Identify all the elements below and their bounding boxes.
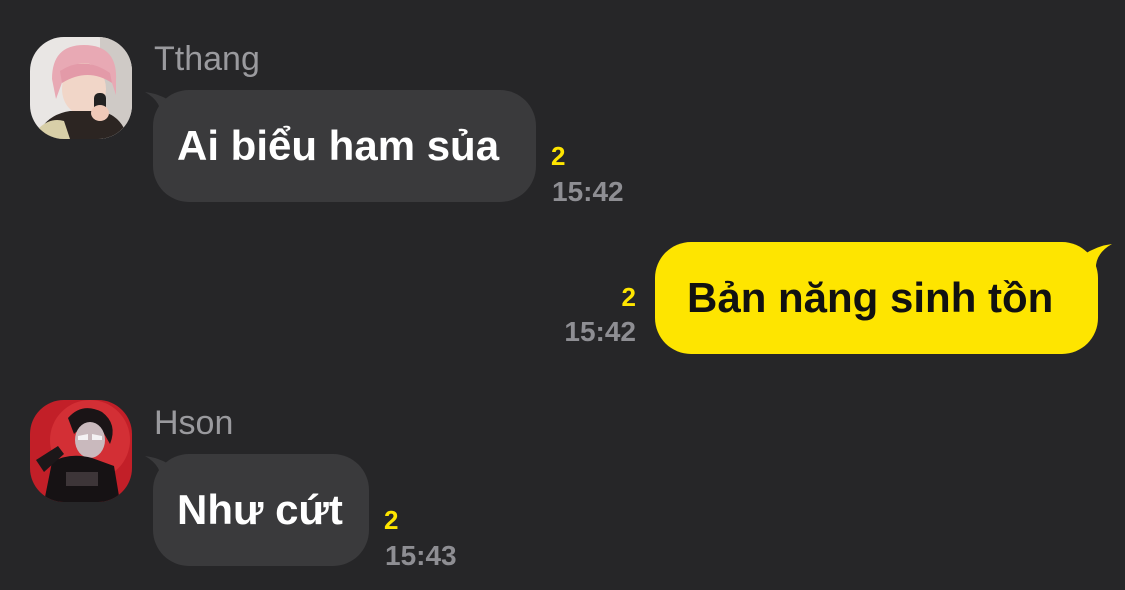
unread-count: 2 [551,141,566,171]
avatar-hson[interactable] [30,400,132,502]
avatar-tthang[interactable] [30,37,132,139]
message-time: 15:43 [385,540,457,571]
sender-name: Tthang [154,40,260,78]
chat-thread: Tthang Ai biểu ham sủa 2 15:42 2 15:42 B… [0,0,1125,590]
message-time: 15:42 [564,316,636,347]
sender-name: Hson [154,404,234,442]
message-text: Bản năng sinh tồn [687,274,1054,321]
message-bubble-outgoing[interactable]: Bản năng sinh tồn [655,242,1098,354]
avatar-image-icon [30,400,132,502]
bubble-tail-icon [1076,244,1112,272]
message-bubble-incoming[interactable]: Ai biểu ham sủa [153,90,536,202]
message-time: 15:42 [552,176,624,207]
message-text: Ai biểu ham sủa [177,122,500,169]
unread-count: 2 [621,282,636,312]
avatar-image-icon [30,37,132,139]
message-bubble-incoming[interactable]: Như cứt [153,454,369,566]
unread-count: 2 [384,505,399,535]
message-text: Như cứt [177,486,343,533]
